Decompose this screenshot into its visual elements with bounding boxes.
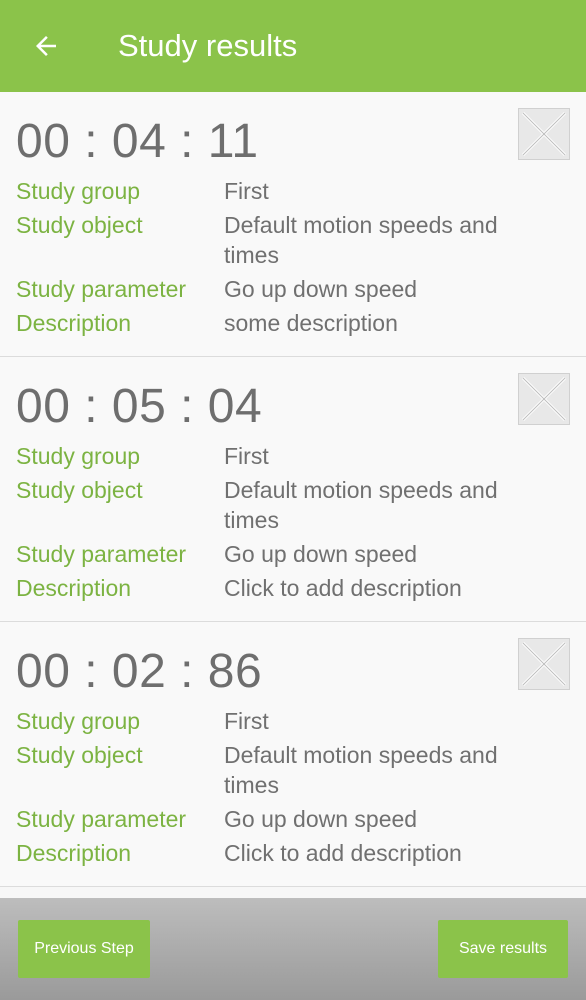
bottom-toolbar: Previous Step Save results xyxy=(0,898,586,1000)
result-card[interactable]: 00 : 04 : 11 Study group First Study obj… xyxy=(0,92,586,357)
close-icon xyxy=(521,641,567,687)
description-value[interactable]: Click to add description xyxy=(224,573,554,603)
previous-step-button[interactable]: Previous Step xyxy=(18,920,150,978)
close-icon xyxy=(521,376,567,422)
app-bar: Study results xyxy=(0,0,586,92)
field-value: Default motion speeds and times xyxy=(224,477,498,533)
field-label: Study parameter xyxy=(16,276,187,302)
field-value: Go up down speed xyxy=(224,541,418,567)
field-label: Study parameter xyxy=(16,806,187,832)
description-value[interactable]: Click to add description xyxy=(224,838,554,868)
field-label: Study group xyxy=(16,178,141,204)
field-value: First xyxy=(224,708,269,734)
field-label: Study object xyxy=(16,212,143,238)
field-label: Study object xyxy=(16,477,143,503)
field-value: First xyxy=(224,443,269,469)
field-label: Study object xyxy=(16,742,143,768)
field-label: Description xyxy=(16,575,132,601)
delete-result-button[interactable] xyxy=(518,638,570,690)
field-value: Go up down speed xyxy=(224,276,418,302)
close-icon xyxy=(521,111,567,157)
field-value: Go up down speed xyxy=(224,806,418,832)
field-label: Study group xyxy=(16,708,141,734)
field-label: Description xyxy=(16,310,132,336)
field-value: Default motion speeds and times xyxy=(224,742,498,798)
arrow-back-icon xyxy=(36,36,56,56)
page-title: Study results xyxy=(118,28,298,63)
field-value: First xyxy=(224,178,269,204)
field-value: Default motion speeds and times xyxy=(224,212,498,268)
delete-result-button[interactable] xyxy=(518,108,570,160)
elapsed-time: 00 : 05 : 04 xyxy=(16,380,263,433)
elapsed-time: 00 : 04 : 11 xyxy=(16,115,259,168)
field-label: Study parameter xyxy=(16,541,187,567)
delete-result-button[interactable] xyxy=(518,373,570,425)
result-card[interactable]: 00 : 05 : 04 Study group First Study obj… xyxy=(0,357,586,622)
description-value[interactable]: some description xyxy=(224,308,554,338)
field-label: Description xyxy=(16,840,132,866)
results-list[interactable]: 00 : 04 : 11 Study group First Study obj… xyxy=(0,92,586,898)
save-results-button[interactable]: Save results xyxy=(438,920,568,978)
back-button[interactable] xyxy=(18,22,74,70)
field-label: Study group xyxy=(16,443,141,469)
elapsed-time: 00 : 02 : 86 xyxy=(16,645,263,698)
result-card[interactable]: 00 : 02 : 86 Study group First Study obj… xyxy=(0,622,586,887)
